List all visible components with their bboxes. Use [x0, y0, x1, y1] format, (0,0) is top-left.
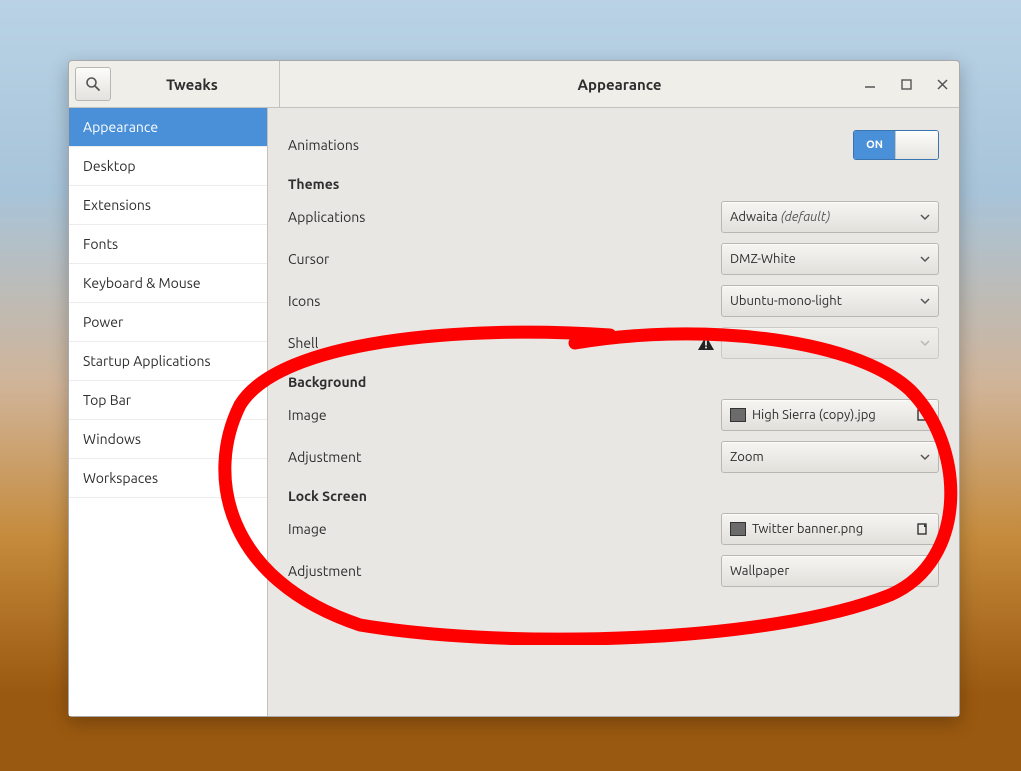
label-cursor: Cursor	[288, 251, 721, 267]
window-body: Appearance Desktop Extensions Fonts Keyb…	[69, 108, 959, 716]
section-themes: Themes	[288, 168, 939, 194]
label-ls-image: Image	[288, 521, 721, 537]
background-image-chooser[interactable]: High Sierra (copy).jpg	[721, 399, 939, 431]
animations-toggle[interactable]: ON	[853, 130, 939, 160]
close-button[interactable]	[933, 75, 951, 93]
row-lockscreen-image: Image Twitter banner.png	[288, 510, 939, 548]
titlebar: Tweaks Appearance	[69, 61, 959, 108]
open-file-icon	[914, 408, 930, 422]
dropdown-value: Ubuntu-mono-light	[730, 294, 908, 308]
sidebar-item-label: Top Bar	[83, 392, 131, 408]
cursor-theme-dropdown[interactable]: DMZ-White	[721, 243, 939, 275]
lockscreen-image-chooser[interactable]: Twitter banner.png	[721, 513, 939, 545]
search-icon	[85, 76, 101, 92]
page-title: Appearance	[280, 76, 959, 93]
chevron-down-icon	[914, 254, 930, 264]
label-bg-image: Image	[288, 407, 721, 423]
sidebar-item-appearance[interactable]: Appearance	[69, 108, 267, 147]
sidebar-item-label: Extensions	[83, 197, 151, 213]
sidebar-item-label: Desktop	[83, 158, 136, 174]
chevron-down-icon	[914, 296, 930, 306]
open-file-icon	[914, 522, 930, 536]
sidebar-item-label: Power	[83, 314, 123, 330]
image-icon	[730, 408, 746, 422]
sidebar-item-label: Keyboard & Mouse	[83, 275, 201, 291]
section-background: Background	[288, 366, 939, 392]
row-background-adjustment: Adjustment Zoom	[288, 438, 939, 476]
maximize-button[interactable]	[897, 75, 915, 93]
titlebar-right: Appearance	[280, 61, 959, 107]
sidebar-item-windows[interactable]: Windows	[69, 420, 267, 459]
sidebar-item-power[interactable]: Power	[69, 303, 267, 342]
row-icons-theme: Icons Ubuntu-mono-light	[288, 282, 939, 320]
app-title: Tweaks	[111, 76, 273, 93]
minimize-button[interactable]	[861, 75, 879, 93]
chevron-down-icon	[914, 452, 930, 462]
search-button[interactable]	[75, 67, 111, 101]
file-value: High Sierra (copy).jpg	[752, 408, 908, 422]
label-ls-adjust: Adjustment	[288, 563, 721, 579]
section-lockscreen: Lock Screen	[288, 480, 939, 506]
close-icon	[937, 79, 948, 90]
icons-theme-dropdown[interactable]: Ubuntu-mono-light	[721, 285, 939, 317]
row-applications-theme: Applications Adwaita (default)	[288, 198, 939, 236]
content-pane: Animations ON Themes Applications Adwait…	[268, 108, 959, 716]
label-animations: Animations	[288, 137, 853, 153]
sidebar-item-workspaces[interactable]: Workspaces	[69, 459, 267, 498]
shell-theme-dropdown	[721, 327, 939, 359]
toggle-on-label: ON	[854, 131, 895, 159]
label-bg-adjust: Adjustment	[288, 449, 721, 465]
chevron-down-icon	[914, 338, 930, 348]
toggle-knob	[895, 131, 938, 159]
sidebar-item-label: Workspaces	[83, 470, 158, 486]
row-shell-theme: Shell	[288, 324, 939, 362]
sidebar-item-fonts[interactable]: Fonts	[69, 225, 267, 264]
file-value: Twitter banner.png	[752, 522, 908, 536]
dropdown-value: Wallpaper	[730, 564, 908, 578]
label-applications: Applications	[288, 209, 721, 225]
dropdown-value: Zoom	[730, 450, 908, 464]
row-background-image: Image High Sierra (copy).jpg	[288, 396, 939, 434]
sidebar-item-extensions[interactable]: Extensions	[69, 186, 267, 225]
sidebar-item-label: Startup Applications	[83, 353, 211, 369]
sidebar-item-label: Fonts	[83, 236, 118, 252]
lockscreen-adjustment-dropdown[interactable]: Wallpaper	[721, 555, 939, 587]
row-cursor-theme: Cursor DMZ-White	[288, 240, 939, 278]
sidebar-item-desktop[interactable]: Desktop	[69, 147, 267, 186]
image-icon	[730, 522, 746, 536]
maximize-icon	[901, 79, 912, 90]
sidebar-item-startup-applications[interactable]: Startup Applications	[69, 342, 267, 381]
dropdown-value: Adwaita (default)	[730, 210, 908, 224]
warning-icon	[697, 335, 715, 351]
applications-theme-dropdown[interactable]: Adwaita (default)	[721, 201, 939, 233]
titlebar-left: Tweaks	[69, 61, 280, 107]
dropdown-value: DMZ-White	[730, 252, 908, 266]
background-adjustment-dropdown[interactable]: Zoom	[721, 441, 939, 473]
row-animations: Animations ON	[288, 126, 939, 164]
tweaks-window: Tweaks Appearance Appe	[68, 60, 960, 717]
row-lockscreen-adjustment: Adjustment Wallpaper	[288, 552, 939, 590]
sidebar-item-top-bar[interactable]: Top Bar	[69, 381, 267, 420]
sidebar-item-keyboard-mouse[interactable]: Keyboard & Mouse	[69, 264, 267, 303]
sidebar-item-label: Windows	[83, 431, 141, 447]
chevron-down-icon	[914, 212, 930, 222]
label-shell: Shell	[288, 335, 697, 351]
window-controls	[861, 61, 951, 107]
minimize-icon	[864, 78, 876, 90]
chevron-down-icon	[914, 566, 930, 576]
label-icons: Icons	[288, 293, 721, 309]
sidebar: Appearance Desktop Extensions Fonts Keyb…	[69, 108, 268, 716]
sidebar-item-label: Appearance	[83, 119, 158, 135]
